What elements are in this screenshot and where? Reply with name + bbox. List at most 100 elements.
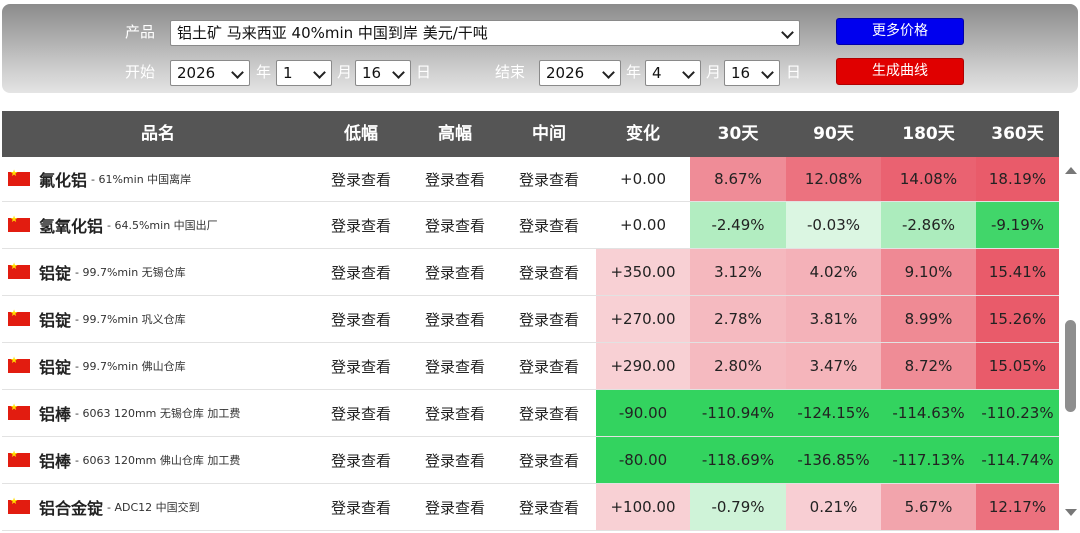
- low-price-cell[interactable]: 登录查看: [314, 157, 408, 201]
- high-price-cell[interactable]: 登录查看: [408, 437, 502, 483]
- product-name-cell[interactable]: 铝锭 - 99.7%min 佛山仓库: [2, 343, 314, 389]
- product-name-cell[interactable]: 铝合金锭 - ADC12 中国交到: [2, 484, 314, 530]
- china-flag-icon: [8, 215, 30, 232]
- scroll-down-icon[interactable]: [1065, 509, 1077, 516]
- change-cell: +290.00: [596, 343, 690, 389]
- product-name-cell[interactable]: 氟化铝 - 61%min 中国离岸: [2, 157, 314, 201]
- mid-price-cell[interactable]: 登录查看: [502, 157, 596, 201]
- start-label: 开始: [125, 63, 156, 81]
- change-180d-cell: 8.99%: [881, 296, 976, 342]
- change-360d-cell: -9.19%: [976, 202, 1059, 248]
- product-spec: - 99.7%min 巩义仓库: [75, 313, 186, 326]
- scroll-up-icon[interactable]: [1065, 167, 1077, 174]
- table-row[interactable]: 氟化铝- 61%min 中国离岸登录查看登录查看登录查看+0.008.67%12…: [2, 157, 1059, 202]
- low-price-cell[interactable]: 登录查看: [314, 484, 408, 530]
- product-name-cell[interactable]: 铝棒 - 6063 120mm 无锡仓库 加工费: [2, 390, 314, 436]
- high-price-cell[interactable]: 登录查看: [408, 202, 502, 248]
- more-prices-button[interactable]: 更多价格: [836, 18, 964, 45]
- product-name-cell[interactable]: 氢氧化铝 - 64.5%min 中国出厂: [2, 202, 314, 248]
- mid-price-cell[interactable]: 登录查看: [502, 249, 596, 295]
- start-day-value: 16: [362, 64, 382, 82]
- chevron-down-icon: [781, 26, 794, 39]
- mid-price-cell[interactable]: 登录查看: [502, 343, 596, 389]
- product-name-cell[interactable]: 铝棒 - 6063 120mm 佛山仓库 加工费: [2, 437, 314, 483]
- chevron-down-icon: [392, 66, 405, 79]
- end-year-value: 2026: [546, 64, 585, 82]
- change-360d-cell: 18.19%: [976, 157, 1059, 201]
- product-name[interactable]: 铝锭: [39, 354, 71, 378]
- col-header-high: 高幅: [438, 124, 472, 144]
- product-select[interactable]: 铝土矿 马来西亚 40%min 中国到岸 美元/干吨: [170, 20, 800, 46]
- table-row[interactable]: 铝棒- 6063 120mm 无锡仓库 加工费登录查看登录查看登录查看-90.0…: [2, 390, 1059, 437]
- change-180d-cell: -2.86%: [881, 202, 976, 248]
- product-spec: - 6063 120mm 无锡仓库 加工费: [75, 407, 241, 420]
- product-name-cell[interactable]: 铝锭 - 99.7%min 无锡仓库: [2, 249, 314, 295]
- table-row[interactable]: 铝棒- 6063 120mm 佛山仓库 加工费登录查看登录查看登录查看-80.0…: [2, 437, 1059, 484]
- low-price-cell[interactable]: 登录查看: [314, 437, 408, 483]
- china-flag-icon: [8, 403, 30, 420]
- scroll-thumb[interactable]: [1065, 320, 1076, 412]
- mid-price-cell[interactable]: 登录查看: [502, 202, 596, 248]
- low-price-cell[interactable]: 登录查看: [314, 296, 408, 342]
- high-price-cell[interactable]: 登录查看: [408, 390, 502, 436]
- table-scrollbar[interactable]: [1061, 157, 1080, 533]
- start-month-select[interactable]: 1: [276, 60, 332, 86]
- generate-curve-button[interactable]: 生成曲线: [836, 58, 964, 85]
- chevron-down-icon: [761, 66, 774, 79]
- low-price-cell[interactable]: 登录查看: [314, 343, 408, 389]
- product-spec: - 64.5%min 中国出厂: [107, 219, 218, 232]
- mid-price-cell[interactable]: 登录查看: [502, 437, 596, 483]
- change-cell: +0.00: [596, 202, 690, 248]
- table-row[interactable]: 铝锭- 99.7%min 无锡仓库登录查看登录查看登录查看+350.003.12…: [2, 249, 1059, 296]
- mid-price-cell[interactable]: 登录查看: [502, 390, 596, 436]
- table-row[interactable]: 氢氧化铝- 64.5%min 中国出厂登录查看登录查看登录查看+0.00-2.4…: [2, 202, 1059, 249]
- start-year-select[interactable]: 2026: [170, 60, 250, 86]
- table-row[interactable]: 铝合金锭- ADC12 中国交到登录查看登录查看登录查看+100.00-0.79…: [2, 484, 1059, 531]
- high-price-cell[interactable]: 登录查看: [408, 249, 502, 295]
- table-row[interactable]: 铝锭- 99.7%min 巩义仓库登录查看登录查看登录查看+270.002.78…: [2, 296, 1059, 343]
- product-name[interactable]: 铝棒: [39, 448, 71, 472]
- end-month-select[interactable]: 4: [645, 60, 701, 86]
- end-label: 结束: [495, 63, 526, 81]
- start-day-unit: 日: [416, 63, 432, 81]
- chevron-down-icon: [313, 66, 326, 79]
- product-name[interactable]: 氢氧化铝: [39, 213, 103, 237]
- change-360d-cell: 12.17%: [976, 484, 1059, 530]
- high-price-cell[interactable]: 登录查看: [408, 296, 502, 342]
- high-price-cell[interactable]: 登录查看: [408, 343, 502, 389]
- change-90d-cell: 3.81%: [786, 296, 881, 342]
- end-day-select[interactable]: 16: [724, 60, 780, 86]
- change-90d-cell: 0.21%: [786, 484, 881, 530]
- end-year-select[interactable]: 2026: [539, 60, 621, 86]
- end-month-unit: 月: [706, 63, 722, 81]
- product-name-cell[interactable]: 铝锭 - 99.7%min 巩义仓库: [2, 296, 314, 342]
- chevron-down-icon: [602, 66, 615, 79]
- product-name[interactable]: 铝合金锭: [39, 495, 103, 519]
- mid-price-cell[interactable]: 登录查看: [502, 484, 596, 530]
- high-price-cell[interactable]: 登录查看: [408, 484, 502, 530]
- change-30d-cell: -110.94%: [690, 390, 786, 436]
- mid-price-cell[interactable]: 登录查看: [502, 296, 596, 342]
- table-row[interactable]: 铝锭- 99.7%min 佛山仓库登录查看登录查看登录查看+290.002.80…: [2, 343, 1059, 390]
- change-cell: -80.00: [596, 437, 690, 483]
- filter-panel: 产品 铝土矿 马来西亚 40%min 中国到岸 美元/干吨 更多价格 开始 20…: [2, 4, 1078, 93]
- product-name[interactable]: 铝锭: [39, 307, 71, 331]
- start-day-select[interactable]: 16: [355, 60, 411, 86]
- low-price-cell[interactable]: 登录查看: [314, 249, 408, 295]
- china-flag-icon: [8, 497, 30, 514]
- change-30d-cell: 8.67%: [690, 157, 786, 201]
- change-30d-cell: -0.79%: [690, 484, 786, 530]
- change-180d-cell: -114.63%: [881, 390, 976, 436]
- change-90d-cell: -136.85%: [786, 437, 881, 483]
- change-cell: +350.00: [596, 249, 690, 295]
- change-30d-cell: 3.12%: [690, 249, 786, 295]
- product-name[interactable]: 氟化铝: [39, 167, 87, 191]
- change-30d-cell: 2.80%: [690, 343, 786, 389]
- china-flag-icon: [8, 262, 30, 279]
- product-spec: - 61%min 中国离岸: [91, 173, 192, 186]
- low-price-cell[interactable]: 登录查看: [314, 202, 408, 248]
- high-price-cell[interactable]: 登录查看: [408, 157, 502, 201]
- product-name[interactable]: 铝棒: [39, 401, 71, 425]
- product-name[interactable]: 铝锭: [39, 260, 71, 284]
- low-price-cell[interactable]: 登录查看: [314, 390, 408, 436]
